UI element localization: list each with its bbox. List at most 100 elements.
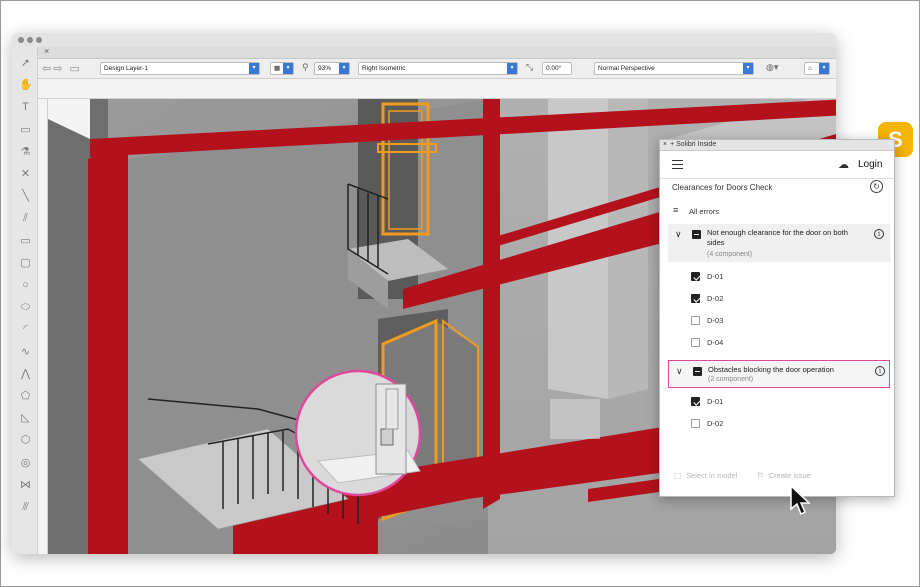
group-checkbox[interactable] — [693, 367, 702, 376]
oval-icon[interactable]: ⬭ — [19, 301, 32, 314]
window-close-dot[interactable] — [18, 37, 24, 43]
group-checkbox[interactable] — [692, 230, 701, 239]
angle-field[interactable]: 0.00° — [542, 62, 572, 75]
rotate-plane-icon[interactable]: ⤡ — [526, 62, 533, 73]
chevron-down-icon: ▾ — [283, 63, 293, 74]
item-checkbox[interactable] — [691, 419, 700, 428]
chevron-down-icon: ▾ — [339, 63, 349, 74]
view-select-value: Right Isometric — [362, 65, 406, 72]
chevron-down-icon: ▾ — [507, 63, 517, 74]
solibri-panel: × + Solibri Inside ☁ Login Clearances for… — [659, 139, 895, 497]
layer-select-value: Design Layer-1 — [104, 65, 149, 72]
chevron-down-icon: ▾ — [249, 63, 259, 74]
zoom-magnifier — [294, 369, 422, 497]
zoom-value: 93% — [318, 65, 332, 72]
projection-select[interactable]: ⌂ ▾ — [804, 62, 830, 75]
ruler-left — [38, 99, 48, 554]
chevron-down-icon: ▾ — [819, 63, 829, 74]
window-zoom-dot[interactable] — [36, 37, 42, 43]
group-title: Obstacles blocking the door operation — [708, 365, 834, 374]
text-icon[interactable]: T — [19, 101, 32, 114]
view-bar: ⇦⇨ ▭ Design Layer-1 ▾ ▦ ▾ ⚲ 93% ▾ Right … — [38, 59, 836, 79]
error-group-highlighted[interactable]: ∨ Obstacles blocking the door operation … — [668, 360, 890, 388]
filter-label[interactable]: All errors — [689, 207, 719, 216]
double-line-icon[interactable]: ⫽ — [19, 212, 32, 225]
panel-topbar: ☁ Login — [660, 151, 894, 178]
ruler-top — [38, 79, 836, 99]
spiral-icon[interactable]: ◎ — [19, 457, 32, 470]
tab-close-icon[interactable]: × — [44, 46, 49, 56]
class-icon: ▦ — [274, 65, 281, 72]
pointer-icon[interactable]: ➚ — [19, 57, 32, 70]
item-checkbox[interactable] — [691, 294, 700, 303]
menu-icon[interactable] — [672, 160, 683, 169]
nav-arrows-icon[interactable]: ⇦⇨ ▭ — [42, 62, 82, 75]
title-bar — [12, 33, 836, 47]
info-icon[interactable]: i — [875, 366, 885, 376]
group-subtitle: (2 component) — [708, 376, 754, 383]
chevron-down-icon[interactable]: ∨ — [675, 229, 682, 240]
filter-icon[interactable]: ≡ — [673, 205, 678, 215]
render-mode-icon[interactable]: ◍▾ — [766, 62, 778, 73]
polygon-icon[interactable]: ⬠ — [19, 390, 32, 403]
circle-icon[interactable]: ○ — [19, 279, 32, 292]
tool-palette: ➚ ✋ T ▭ ⚗ ✕ ╲ ⫽ ▭ ▢ ○ ⬭ ◜ ∿ ⋀ ⬠ ◺ ⬡ ◎ ⋈ ⫻ — [12, 47, 38, 554]
rounded-rect-icon[interactable]: ▢ — [19, 257, 32, 270]
error-group[interactable]: ∨ Not enough clearance for the door on b… — [668, 224, 890, 262]
divider — [660, 178, 894, 179]
item-label: D-02 — [707, 419, 724, 428]
class-select[interactable]: ▦ ▾ — [270, 62, 294, 75]
check-title: Clearances for Doors Check — [672, 183, 773, 192]
pan-icon[interactable]: ✋ — [19, 79, 33, 92]
login-button[interactable]: Login — [858, 159, 882, 170]
triangle-icon[interactable]: ◺ — [19, 412, 32, 425]
flag-icon: ⚐ — [757, 471, 764, 480]
tab-bar: × — [38, 46, 836, 59]
polyline-icon[interactable]: ⋀ — [19, 368, 32, 381]
item-label: D-03 — [707, 316, 724, 325]
create-issue-label: Create issue — [768, 471, 811, 480]
select-in-model-button[interactable]: ⬚ Select in model — [674, 471, 737, 480]
item-label: D-02 — [707, 294, 724, 303]
panel-close-icon[interactable]: × — [663, 141, 667, 148]
group-subtitle: (4 component) — [707, 251, 753, 258]
create-issue-button[interactable]: ⚐ Create issue — [757, 471, 811, 480]
layer-select[interactable]: Design Layer-1 ▾ — [100, 62, 260, 75]
view-select[interactable]: Right Isometric ▾ — [358, 62, 518, 75]
item-checkbox[interactable] — [691, 338, 700, 347]
wall-icon[interactable]: ⫻ — [19, 501, 32, 514]
perspective-select-value: Normal Perspective — [598, 65, 655, 72]
item-label: D-01 — [707, 272, 724, 281]
angle-value: 0.00° — [546, 65, 562, 72]
item-checkbox[interactable] — [691, 316, 700, 325]
perspective-select[interactable]: Normal Perspective ▾ — [594, 62, 754, 75]
window-minimize-dot[interactable] — [27, 37, 33, 43]
line-icon[interactable]: ╲ — [19, 190, 32, 203]
callout-icon[interactable]: ▭ — [19, 124, 32, 137]
bowtie-icon[interactable]: ⋈ — [19, 479, 32, 492]
zoom-select[interactable]: 93% ▾ — [314, 62, 350, 75]
item-checkbox[interactable] — [691, 272, 700, 281]
hexagon-icon[interactable]: ⬡ — [19, 434, 32, 447]
panel-header: × + Solibri Inside — [660, 140, 894, 151]
group-title: Not enough clearance for the door on bot… — [707, 228, 848, 247]
item-label: D-01 — [707, 397, 724, 406]
arc-icon[interactable]: ◜ — [19, 323, 32, 336]
info-icon[interactable]: i — [874, 229, 884, 239]
rectangle-icon[interactable]: ▭ — [19, 235, 32, 248]
item-checkbox[interactable] — [691, 397, 700, 406]
select-box-icon: ⬚ — [674, 471, 682, 480]
freehand-icon[interactable]: ∿ — [19, 346, 32, 359]
refresh-icon[interactable]: ↻ — [870, 180, 883, 193]
projection-icon: ⌂ — [808, 65, 812, 72]
mouse-cursor-icon — [790, 485, 811, 516]
cloud-icon[interactable]: ☁ — [838, 158, 849, 171]
panel-title: Solibri Inside — [676, 141, 717, 148]
zoom-icon[interactable]: ⚲ — [302, 62, 309, 73]
select-in-model-label: Select in model — [686, 471, 738, 480]
chevron-down-icon: ▾ — [743, 63, 753, 74]
item-label: D-04 — [707, 338, 724, 347]
attribute-icon[interactable]: ⚗ — [19, 146, 32, 159]
cross-icon[interactable]: ✕ — [19, 168, 32, 181]
chevron-down-icon[interactable]: ∨ — [676, 366, 683, 377]
